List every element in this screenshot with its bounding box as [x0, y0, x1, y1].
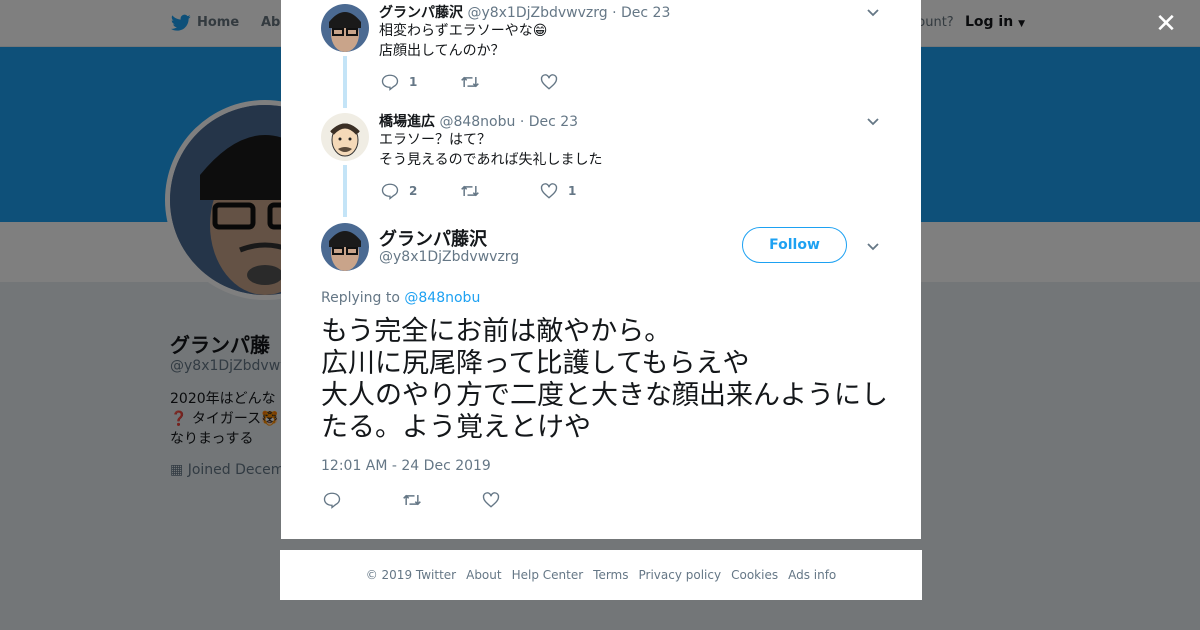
- tweet-author-handle[interactable]: @y8x1DjZbdvwvzrg: [379, 249, 519, 265]
- reply-text-line: そう見えるのであれば失礼しました: [379, 152, 603, 168]
- like-count: 1: [568, 184, 577, 198]
- heart-icon: [540, 74, 558, 90]
- replying-to: Replying to @848nobu: [321, 290, 480, 306]
- reply-date[interactable]: · Dec 23: [612, 5, 670, 21]
- reply-count: 2: [409, 184, 418, 198]
- tweet-author-name[interactable]: グランパ藤沢: [379, 225, 487, 251]
- reply-text: エラソー？はて？ そう見えるのであれば失礼しました: [379, 130, 602, 170]
- chevron-down-icon[interactable]: [865, 238, 881, 254]
- replying-to-link[interactable]: @848nobu: [404, 290, 480, 306]
- heart-icon: [540, 183, 558, 199]
- avatar[interactable]: [321, 223, 369, 271]
- reply-author-name[interactable]: 橋場進広: [379, 114, 435, 130]
- footer-link-about[interactable]: About: [466, 568, 501, 582]
- replying-prefix: Replying to: [321, 290, 400, 306]
- tweet-modal: グランパ藤沢 @y8x1DjZbdvwvzrg · Dec 23 相変わらずエラ…: [281, 0, 921, 539]
- retweet-button[interactable]: [460, 72, 490, 92]
- footer-link-terms[interactable]: Terms: [593, 568, 628, 582]
- like-button[interactable]: [540, 72, 568, 92]
- footer-link-help-center[interactable]: Help Center: [512, 568, 584, 582]
- reply-icon: [323, 492, 341, 509]
- reply-button[interactable]: [323, 490, 341, 510]
- close-icon[interactable]: ✕: [1154, 11, 1178, 37]
- reply-header: グランパ藤沢 @y8x1DjZbdvwvzrg · Dec 23: [379, 2, 670, 22]
- retweet-icon: [403, 494, 421, 506]
- chevron-down-icon[interactable]: [865, 4, 881, 20]
- copyright: © 2019 Twitter: [365, 568, 457, 582]
- reply-text-line: エラソー？はて？: [379, 132, 491, 148]
- tweet-text: もう完全にお前は敵やから。 広川に尻尾降って比護してもらえや 大人のやり方で二度…: [321, 316, 891, 444]
- retweet-button[interactable]: [402, 490, 422, 510]
- reply-author-handle[interactable]: @848nobu: [439, 114, 515, 130]
- reply-author-handle[interactable]: @y8x1DjZbdvwvzrg: [467, 5, 607, 21]
- retweet-icon: [461, 185, 479, 197]
- reply-count: 1: [409, 75, 418, 89]
- reply-icon: [381, 74, 399, 91]
- avatar[interactable]: [321, 113, 369, 161]
- tweet-text-line: 大人のやり方で二度と大きな顔出来んようにしたる。よう覚えとけや: [321, 380, 888, 443]
- modal-footer: © 2019 Twitter About Help Center Terms P…: [280, 550, 922, 600]
- reply-text: 相変わらずエラソーやな😁 店顔出してんのか？: [379, 21, 547, 61]
- thread-line: [343, 165, 347, 217]
- thread-line: [343, 56, 347, 108]
- footer-link-privacy[interactable]: Privacy policy: [639, 568, 722, 582]
- chevron-down-icon[interactable]: [865, 113, 881, 129]
- avatar[interactable]: [321, 4, 369, 52]
- tweet-actions: [323, 490, 523, 510]
- footer-link-cookies[interactable]: Cookies: [731, 568, 778, 582]
- tweet-text-line: もう完全にお前は敵やから。: [321, 316, 672, 347]
- like-button[interactable]: [482, 490, 500, 510]
- footer-link-ads-info[interactable]: Ads info: [788, 568, 836, 582]
- reply-button[interactable]: 1: [381, 72, 417, 92]
- reply-header: 橋場進広 @848nobu · Dec 23: [379, 111, 578, 131]
- retweet-icon: [461, 76, 479, 88]
- reply-text-line: 相変わらずエラソーやな😁: [379, 23, 548, 39]
- tweet-timestamp[interactable]: 12:01 AM - 24 Dec 2019: [321, 458, 491, 474]
- retweet-button[interactable]: [460, 181, 490, 201]
- reply-actions: 2 1: [381, 181, 581, 201]
- follow-button[interactable]: Follow: [742, 227, 847, 263]
- reply-actions: 1: [381, 72, 581, 92]
- like-button[interactable]: 1: [540, 181, 576, 201]
- tweet-text-line: 広川に尻尾降って比護してもらえや: [321, 348, 750, 379]
- reply-icon: [381, 183, 399, 200]
- reply-button[interactable]: 2: [381, 181, 417, 201]
- reply-date[interactable]: · Dec 23: [520, 114, 578, 130]
- reply-author-name[interactable]: グランパ藤沢: [379, 5, 463, 21]
- reply-text-line: 店顔出してんのか？: [379, 43, 505, 59]
- heart-icon: [482, 492, 500, 508]
